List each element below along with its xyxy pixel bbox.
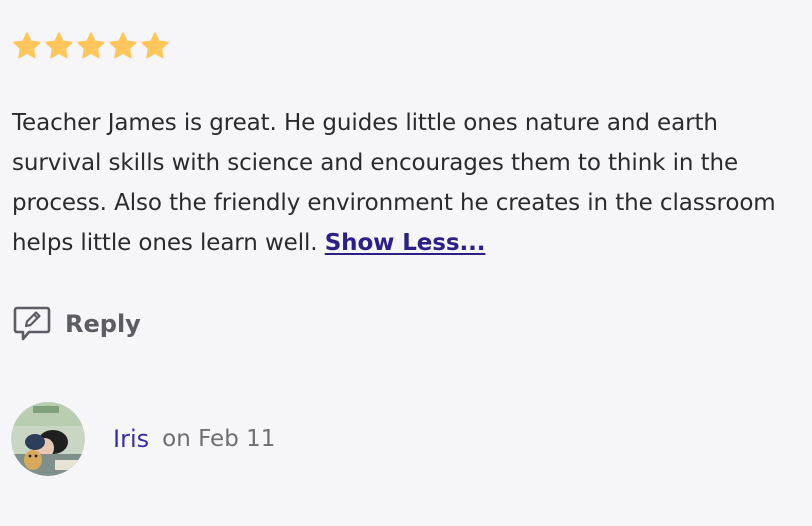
reply-label: Reply bbox=[65, 310, 141, 338]
review-text: Teacher James is great. He guides little… bbox=[12, 103, 802, 263]
show-less-link[interactable]: Show Less... bbox=[325, 230, 486, 256]
star-rating bbox=[12, 31, 170, 61]
edit-message-icon bbox=[13, 306, 51, 341]
star-icon bbox=[45, 32, 73, 59]
author-name[interactable]: Iris bbox=[113, 425, 149, 453]
star-icon bbox=[13, 32, 41, 59]
star-icon bbox=[109, 32, 137, 59]
review-date: on Feb 11 bbox=[162, 426, 276, 452]
avatar[interactable] bbox=[11, 402, 85, 476]
reply-button[interactable]: Reply bbox=[12, 304, 141, 344]
review-author: Iris on Feb 11 bbox=[11, 402, 275, 476]
star-icon bbox=[77, 32, 105, 59]
star-icon bbox=[141, 32, 169, 59]
